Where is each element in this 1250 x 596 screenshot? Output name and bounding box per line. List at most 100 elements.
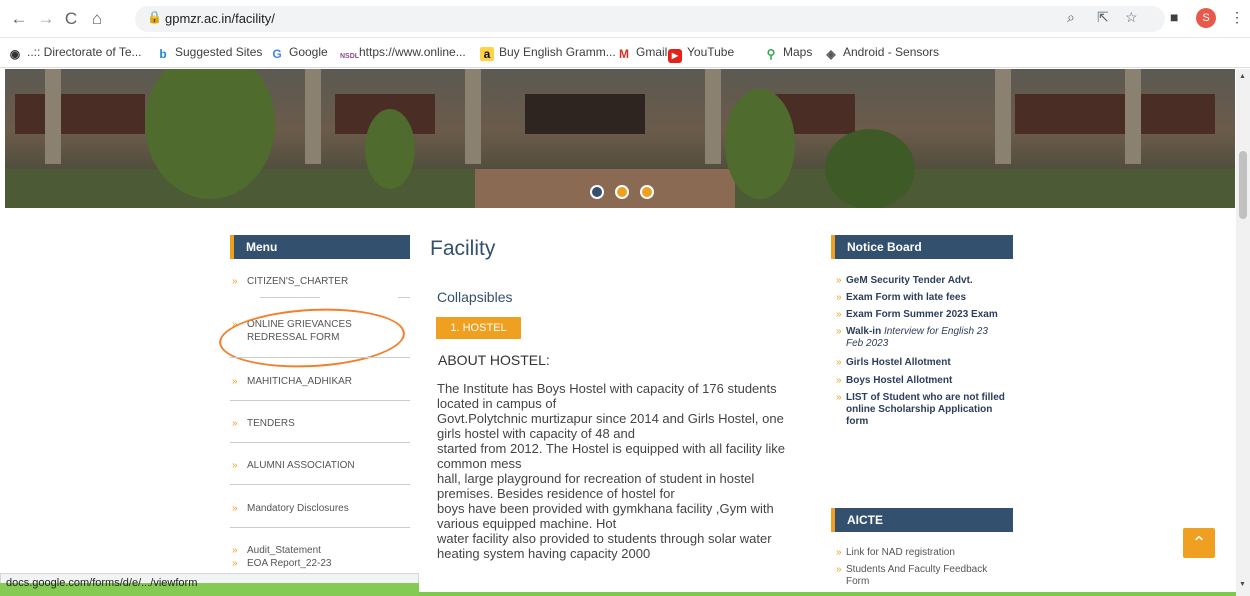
- globe-icon: ◉: [9, 47, 21, 61]
- aicte-item-feedback[interactable]: Students And Faculty Feedback Form: [836, 564, 1001, 588]
- notice-item[interactable]: Exam Form with late fees: [836, 292, 1018, 304]
- carousel-dot-1[interactable]: [590, 185, 604, 199]
- menu-item-citizens-charter[interactable]: CITIZEN'S_CHARTER: [230, 275, 410, 288]
- reload-icon[interactable]: C: [60, 8, 82, 30]
- menu-divider: [230, 527, 410, 528]
- sidepanel-icon[interactable]: ■: [1170, 9, 1178, 25]
- notice-item[interactable]: LIST of Student who are not filled onlin…: [836, 392, 1008, 428]
- banner-door: [525, 94, 645, 134]
- hostel-collapsible-button[interactable]: 1. HOSTEL: [436, 317, 521, 339]
- about-paragraph: boys have been provided with gymkhana fa…: [437, 501, 774, 531]
- notice-item[interactable]: Girls Hostel Allotment: [836, 357, 1018, 369]
- banner-pillar: [1125, 69, 1141, 164]
- bookmark-suggested-sites[interactable]: b Suggested Sites: [156, 45, 262, 61]
- bottom-highlight-line: [419, 592, 1236, 596]
- star-icon[interactable]: ☆: [1125, 9, 1138, 26]
- notice-text: Walk-in: [846, 326, 884, 337]
- menu-item-audit-statement[interactable]: Audit_Statement: [230, 544, 410, 557]
- about-hostel-heading: ABOUT HOSTEL:: [438, 352, 550, 368]
- menu-heading: Menu: [230, 235, 410, 259]
- scroll-down-icon[interactable]: ▼: [1239, 581, 1246, 588]
- forward-icon[interactable]: →: [35, 8, 57, 30]
- carousel-dot-2[interactable]: [615, 185, 629, 199]
- aicte-item-nad[interactable]: Link for NAD registration: [836, 547, 1018, 559]
- bing-icon: b: [159, 47, 167, 61]
- notice-item[interactable]: Boys Hostel Allotment: [836, 375, 1018, 387]
- url-text[interactable]: gpmzr.ac.in/facility/: [165, 11, 275, 26]
- bookmark-android-sensors[interactable]: ◈ Android - Sensors: [824, 45, 939, 61]
- notice-text: LIST of Student who are not filled onlin…: [846, 392, 1005, 427]
- android-icon: ◈: [826, 47, 836, 61]
- page-scrollbar[interactable]: ▲ ▼: [1236, 69, 1250, 596]
- amazon-icon: a: [480, 47, 494, 61]
- bookmarks-bar: ◉..:: Directorate of Te... b Suggested Si…: [0, 38, 1250, 68]
- banner-pillar: [995, 69, 1011, 164]
- page-title: Facility: [430, 237, 496, 260]
- about-hostel-text: The Institute has Boys Hostel with capac…: [437, 381, 809, 561]
- google-icon: G: [272, 47, 282, 61]
- banner-pillar: [705, 69, 721, 164]
- left-menu: Menu: [230, 235, 410, 259]
- scroll-thumb[interactable]: [1239, 151, 1247, 219]
- bookmark-amazon[interactable]: a Buy English Gramm...: [480, 45, 616, 61]
- notice-item[interactable]: Exam Form Summer 2023 Exam: [836, 309, 1018, 321]
- address-bar[interactable]: 🔒 gpmzr.ac.in/facility/ ⌕ ⇱ ☆: [135, 6, 1165, 32]
- nsdl-icon: NSDL: [340, 53, 360, 60]
- about-paragraph: The Institute has Boys Hostel with capac…: [437, 381, 777, 411]
- menu-divider: [398, 297, 410, 298]
- menu-divider: [260, 297, 320, 298]
- notice-board-heading: Notice Board: [831, 235, 1013, 259]
- aicte-heading: AICTE: [831, 508, 1013, 532]
- zoom-icon[interactable]: ⌕: [1067, 9, 1075, 26]
- about-paragraph: hall, large playground for recreation of…: [437, 471, 755, 501]
- banner-window: [1015, 94, 1215, 134]
- banner-path: [475, 169, 735, 208]
- notice-text: Exam Form with late fees: [846, 292, 967, 303]
- browser-toolbar: ← → C ⌂ 🔒 gpmzr.ac.in/facility/ ⌕ ⇱ ☆ ■ …: [0, 0, 1250, 38]
- lock-icon: 🔒: [147, 10, 162, 24]
- bookmark-gmail[interactable]: M Gmail: [617, 45, 667, 61]
- carousel-dot-3[interactable]: [640, 185, 654, 199]
- menu-kebab-icon[interactable]: ⋮: [1230, 9, 1244, 26]
- back-icon[interactable]: ←: [8, 8, 30, 30]
- home-icon[interactable]: ⌂: [86, 8, 108, 30]
- menu-divider: [230, 484, 410, 485]
- status-url: docs.google.com/forms/d/e/.../viewform: [6, 577, 198, 589]
- notice-item[interactable]: GeM Security Tender Advt.: [836, 275, 1018, 287]
- notice-item[interactable]: Walk-in Interview for English 23 Feb 202…: [836, 326, 1006, 350]
- profile-avatar[interactable]: S: [1196, 8, 1216, 28]
- bookmark-youtube[interactable]: ▶ YouTube: [668, 45, 734, 63]
- scroll-up-icon[interactable]: ▲: [1239, 73, 1246, 80]
- about-paragraph: Govt.Polytchnic murtizapur since 2014 an…: [437, 411, 784, 441]
- annotation-circle: [217, 304, 407, 372]
- maps-icon: ⚲: [766, 47, 776, 61]
- menu-divider: [230, 442, 410, 443]
- campus-banner-image: [5, 69, 1235, 208]
- bookmark-google[interactable]: G Google: [270, 45, 327, 61]
- about-paragraph: water facility also provided to students…: [437, 531, 772, 561]
- share-icon[interactable]: ⇱: [1097, 9, 1109, 26]
- notice-text: Boys Hostel Allotment: [846, 375, 953, 386]
- bookmark-directorate[interactable]: ◉..:: Directorate of Te...: [8, 45, 142, 61]
- menu-item-alumni-association[interactable]: ALUMNI ASSOCIATION: [230, 459, 410, 472]
- back-to-top-button[interactable]: ⌃: [1183, 528, 1215, 558]
- menu-item-eoa-report[interactable]: EOA Report_22-23: [230, 557, 410, 570]
- page-viewport: Menu CITIZEN'S_CHARTER ONLINE GRIEVANCES…: [0, 69, 1236, 596]
- notice-text: GeM Security Tender Advt.: [846, 275, 973, 286]
- bookmark-maps[interactable]: ⚲ Maps: [764, 45, 813, 61]
- bookmark-online[interactable]: NSDLhttps://www.online...: [340, 45, 466, 64]
- banner-pillar: [465, 69, 481, 164]
- banner-tree: [365, 109, 415, 189]
- banner-pillar: [45, 69, 61, 164]
- banner-pillar: [305, 69, 321, 164]
- gmail-icon: M: [619, 47, 629, 61]
- menu-item-mandatory-disclosures[interactable]: Mandatory Disclosures: [230, 502, 410, 515]
- notice-text: Girls Hostel Allotment: [846, 357, 951, 368]
- menu-item-tenders[interactable]: TENDERS: [230, 417, 410, 430]
- banner-tree: [725, 89, 795, 199]
- aicte-section: AICTE: [831, 508, 1013, 532]
- menu-item-mahiticha-adhikar[interactable]: MAHITICHA_ADHIKAR: [230, 375, 410, 388]
- notice-text: Exam Form Summer 2023 Exam: [846, 309, 998, 320]
- menu-divider: [230, 357, 410, 358]
- banner-tree: [825, 129, 915, 208]
